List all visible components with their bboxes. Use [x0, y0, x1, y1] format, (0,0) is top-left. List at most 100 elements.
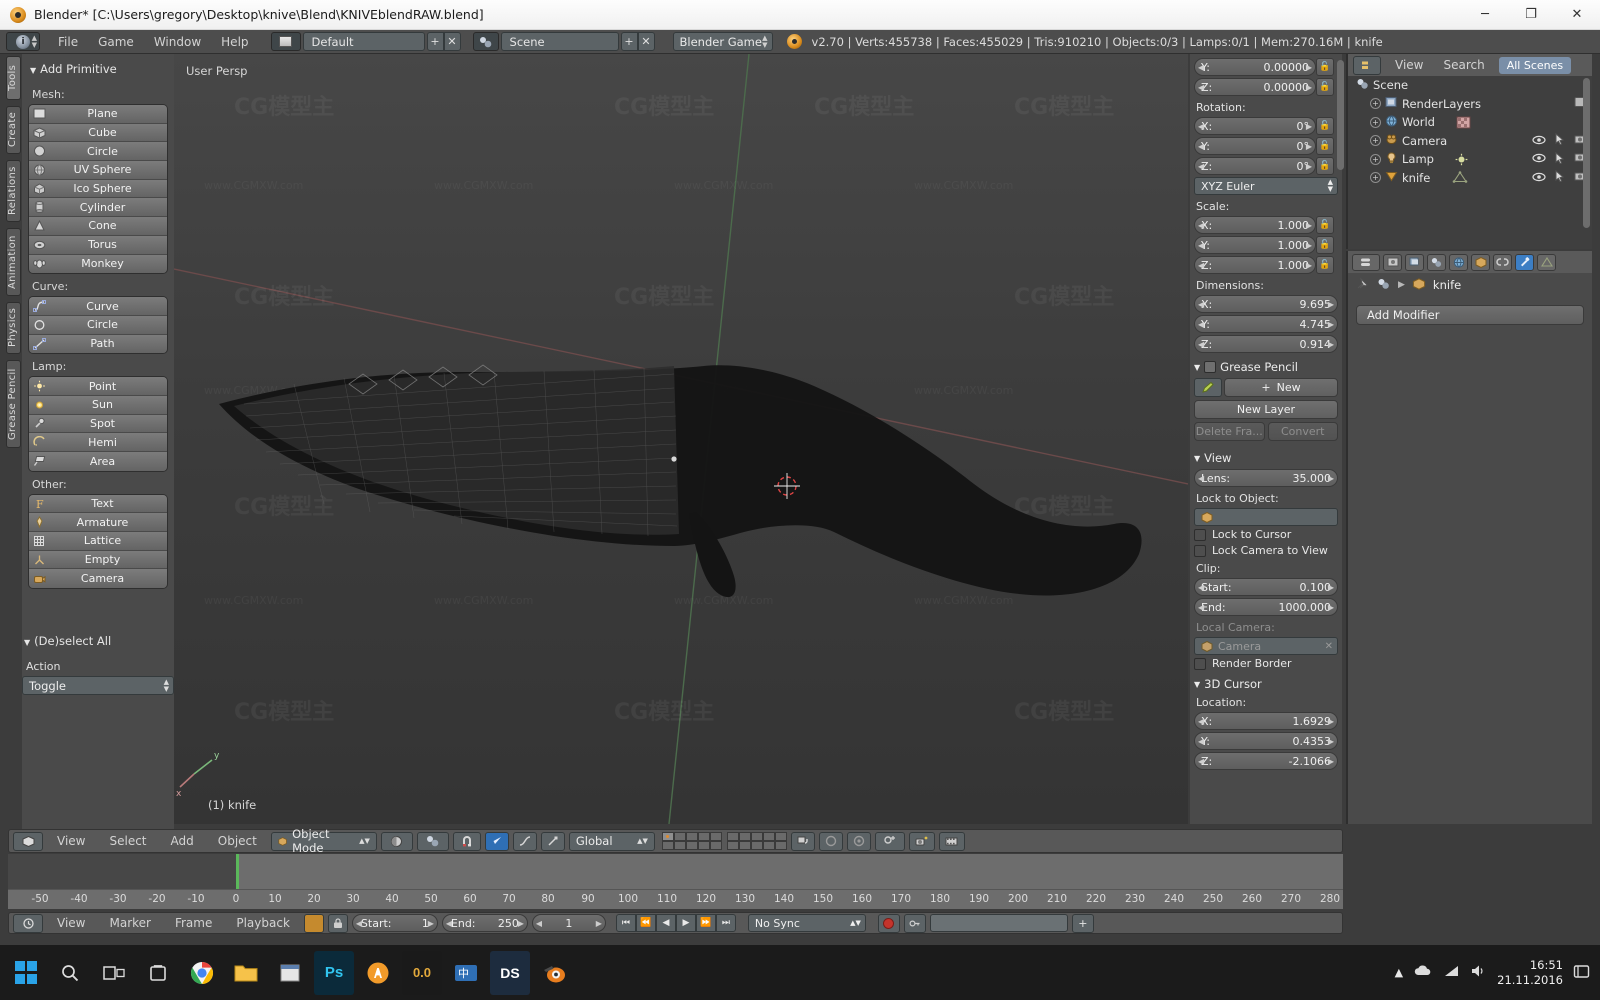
cursor-arrow-icon[interactable]	[1555, 170, 1565, 185]
rotation-z-row[interactable]: ◀ Z: 0° ▶	[1194, 157, 1316, 175]
timeline-track[interactable]	[8, 854, 1343, 889]
lock-rotation-z[interactable]: 🔓	[1316, 157, 1334, 175]
search-button[interactable]	[50, 951, 90, 995]
tab-object[interactable]	[1471, 253, 1490, 271]
add-path-button[interactable]: Path	[29, 334, 167, 354]
timeline-menu-marker[interactable]: Marker	[99, 913, 160, 933]
menu-help[interactable]: Help	[211, 32, 258, 52]
timeline-menu-frame[interactable]: Frame	[165, 913, 222, 933]
lock-location-z[interactable]: 🔓	[1316, 78, 1334, 96]
outliner-row-world[interactable]: + World	[1348, 113, 1592, 132]
tab-animation[interactable]: Animation	[6, 228, 21, 296]
photoshop-button[interactable]: Ps	[314, 950, 354, 995]
falloff-curve-selector[interactable]	[512, 831, 537, 851]
render-engine-selector[interactable]: Blender Game ▲ ▼	[672, 32, 773, 51]
grease-pencil-new-layer-button[interactable]: New Layer	[1194, 400, 1338, 419]
editor-type-selector-timeline[interactable]	[13, 913, 43, 933]
add-torus-button[interactable]: Torus	[29, 235, 167, 255]
add-curve-button[interactable]: Curve	[29, 297, 167, 316]
eye-icon[interactable]	[1532, 171, 1546, 185]
3d-cursor-header[interactable]: ▼ 3D Cursor	[1194, 677, 1338, 691]
eye-icon[interactable]	[1532, 152, 1546, 166]
timeline-menu-view[interactable]: View	[47, 913, 95, 933]
lock-scale-x[interactable]: 🔓	[1316, 216, 1334, 234]
add-curve-circle-button[interactable]: Circle	[29, 315, 167, 335]
lock-to-cursor-row[interactable]: Lock to Cursor	[1194, 528, 1338, 541]
end-frame-field[interactable]: ◀ End: 250 ▶	[441, 914, 528, 932]
expand-icon[interactable]: +	[1370, 98, 1381, 110]
add-lattice-button[interactable]: Lattice	[29, 532, 167, 551]
use-preview-range-icon[interactable]	[303, 913, 324, 933]
add-cone-button[interactable]: Cone	[29, 217, 167, 236]
grease-pencil-checkbox[interactable]	[1204, 361, 1217, 373]
zbrush-button[interactable]: 0.0	[402, 950, 442, 995]
add-modifier-button[interactable]: Add Modifier	[1356, 305, 1584, 325]
current-frame-field[interactable]: ◀ 1 ▶	[531, 914, 606, 932]
add-text-button[interactable]: F Text	[29, 494, 167, 514]
cursor-z-row[interactable]: ◀ Z: -2.1066 ▶	[1194, 752, 1338, 770]
tab-render-layers[interactable]	[1405, 253, 1424, 271]
start-button[interactable]	[6, 951, 46, 995]
tab-create[interactable]: Create	[6, 106, 21, 154]
grease-pencil-data-icon[interactable]	[1194, 378, 1222, 397]
outliner-row-lamp[interactable]: + Lamp	[1348, 150, 1592, 169]
dimension-x-row[interactable]: ◀ X: 9.695 ▶	[1194, 295, 1338, 313]
mesh-data-icon[interactable]	[1452, 171, 1468, 184]
tab-render[interactable]	[1383, 253, 1402, 271]
editor-type-selector-outliner[interactable]	[1353, 55, 1381, 75]
outliner-row-knife[interactable]: + knife	[1348, 169, 1592, 188]
add-uv-sphere-button[interactable]: UV Sphere	[29, 161, 167, 180]
grease-pencil-delete-frame-button[interactable]: Delete Fra...	[1194, 422, 1265, 441]
lock-to-cursor-checkbox[interactable]	[1194, 528, 1206, 541]
close-button[interactable]: ✕	[1554, 0, 1600, 30]
expand-icon[interactable]: +	[1370, 135, 1381, 147]
screen-layout-icon[interactable]	[270, 32, 301, 51]
play-button[interactable]: ▶	[675, 914, 696, 932]
3d-viewport[interactable]: CG模型主 CG模型主 CG模型主 CG模型主 CG模型主 CG模型主 CG模型…	[174, 54, 1188, 824]
interaction-mode-selector[interactable]: Object Mode ▲▼	[270, 827, 377, 855]
ds-button[interactable]: DS	[490, 950, 530, 995]
scale-z-row[interactable]: ◀ Z: 1.000 ▶	[1194, 256, 1316, 274]
outliner-display-mode[interactable]: All Scenes	[1498, 56, 1572, 74]
add-sun-lamp-button[interactable]: Sun	[29, 395, 167, 415]
delete-screen-button[interactable]: ✕	[443, 32, 461, 51]
scene-layers[interactable]	[661, 832, 787, 850]
play-reverse-button[interactable]: ◀	[655, 914, 676, 932]
playhead[interactable]	[236, 854, 239, 889]
add-empty-button[interactable]: Empty	[29, 550, 167, 570]
lock-rotation-x[interactable]: 🔓	[1316, 117, 1334, 135]
lamp-data-icon[interactable]	[1454, 153, 1469, 166]
lock-rotation-y[interactable]: 🔓	[1316, 137, 1334, 155]
proportional-edit-toggle[interactable]	[484, 831, 509, 851]
outliner-menu-view[interactable]: View	[1389, 56, 1429, 74]
npanel-scrollbar[interactable]	[1337, 60, 1344, 170]
location-y-row[interactable]: ◀ Y: 0.00000 ▶	[1194, 58, 1316, 76]
local-camera-field[interactable]: Camera ✕	[1194, 637, 1338, 655]
new-scene-button[interactable]: +	[620, 32, 638, 51]
cursor-arrow-icon[interactable]	[1555, 133, 1565, 148]
expand-icon[interactable]: +	[1370, 116, 1381, 128]
tab-tools[interactable]: Tools	[6, 56, 21, 100]
tab-physics[interactable]: Physics	[6, 302, 21, 354]
scale-y-row[interactable]: ◀ Y: 1.000 ▶	[1194, 236, 1316, 254]
file-explorer-button[interactable]	[226, 951, 266, 995]
viewport-menu-add[interactable]: Add	[161, 831, 204, 851]
expand-icon[interactable]: +	[1370, 172, 1381, 184]
texture-paint-icon[interactable]	[846, 831, 871, 851]
add-armature-button[interactable]: Armature	[29, 513, 167, 533]
blender-taskbar-button[interactable]	[534, 951, 574, 995]
render-animation-icon[interactable]	[938, 831, 965, 851]
lens-row[interactable]: ◀ Lens: 35.000 ▶	[1194, 469, 1338, 487]
tab-world[interactable]	[1449, 253, 1468, 271]
lock-to-object-field[interactable]	[1194, 508, 1338, 526]
grease-pencil-new-button[interactable]: + New	[1224, 378, 1338, 397]
jump-to-start-button[interactable]: ⏮	[615, 914, 636, 932]
dimension-y-row[interactable]: ◀ Y: 4.745 ▶	[1194, 315, 1338, 333]
volume-icon[interactable]	[1470, 964, 1487, 981]
cursor-x-row[interactable]: ◀ X: 1.6929 ▶	[1194, 712, 1338, 730]
viewport-menu-select[interactable]: Select	[99, 831, 156, 851]
outliner-menu-search[interactable]: Search	[1437, 56, 1490, 74]
store-button[interactable]	[138, 951, 178, 995]
previous-keyframe-button[interactable]: ⏪	[635, 914, 656, 932]
add-area-lamp-button[interactable]: Area	[29, 452, 167, 471]
